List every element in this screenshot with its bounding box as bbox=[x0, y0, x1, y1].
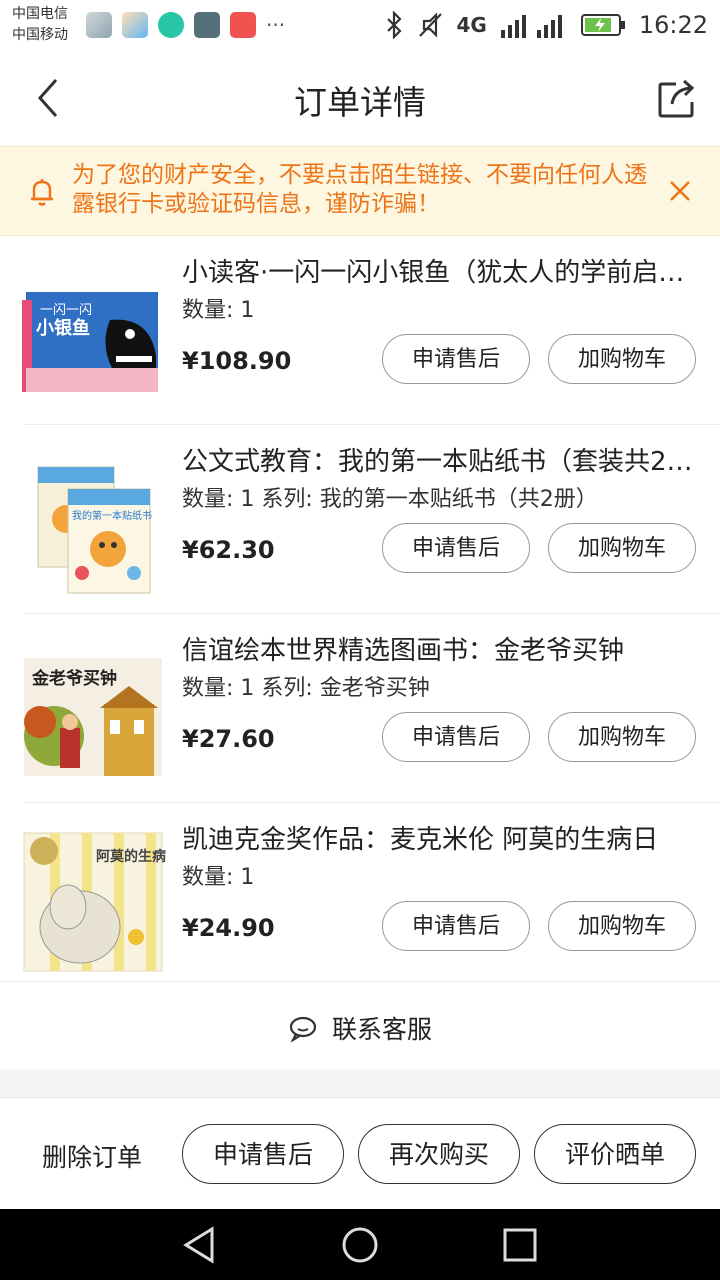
product-quantity: 数量: 1 系列: 我的第一本贴纸书（共2册） bbox=[182, 487, 598, 512]
status-bar: 中国电信 中国移动 ··· 4G 16:22 bbox=[0, 0, 720, 50]
order-item[interactable]: 阿莫的生病日 凯迪克金奖作品：麦克米伦 阿莫的生病日 数量: 1 ¥24.90 … bbox=[23, 803, 720, 992]
add-to-cart-button[interactable]: 加购物车 bbox=[548, 523, 696, 573]
after-sale-button[interactable]: 申请售后 bbox=[382, 334, 530, 384]
after-sale-button[interactable]: 申请售后 bbox=[382, 523, 530, 573]
product-title[interactable]: 公文式教育：我的第一本贴纸书（套装共2册） bbox=[182, 441, 702, 478]
network-type: 4G bbox=[456, 13, 487, 37]
order-item[interactable]: 我的第一本贴纸书 公文式教育：我的第一本贴纸书（套装共2册） 数量: 1 系列:… bbox=[24, 425, 720, 614]
order-action-bar: 删除订单 申请售后 再次购买 评价晒单 bbox=[0, 1097, 720, 1209]
add-to-cart-button[interactable]: 加购物车 bbox=[548, 334, 696, 384]
add-to-cart-button[interactable]: 加购物车 bbox=[548, 901, 696, 951]
page-title: 订单详情 bbox=[294, 83, 426, 122]
product-thumbnail[interactable]: 一闪一闪 小银鱼 bbox=[20, 260, 166, 406]
app-header: 订单详情 bbox=[0, 50, 720, 146]
cover-title: 金老爷买钟 bbox=[31, 668, 117, 689]
product-price: ¥27.60 bbox=[182, 725, 275, 753]
product-title[interactable]: 信谊绘本世界精选图画书：金老爷买钟 bbox=[182, 630, 702, 667]
bluetooth-icon bbox=[387, 11, 403, 39]
nav-recents-icon[interactable] bbox=[500, 1225, 540, 1265]
nav-back-icon[interactable] bbox=[180, 1225, 220, 1265]
order-item[interactable]: 一闪一闪 小银鱼 小读客·一闪一闪小银鱼（犹太人的学前启蒙绘本） 数量: 1 ¥… bbox=[22, 236, 720, 425]
mute-icon bbox=[419, 12, 443, 38]
product-price: ¥24.90 bbox=[182, 914, 275, 942]
more-notifications-icon: ··· bbox=[266, 13, 286, 37]
delete-order-button[interactable]: 删除订单 bbox=[42, 1138, 142, 1174]
after-sale-order-button[interactable]: 申请售后 bbox=[182, 1124, 344, 1184]
product-thumbnail[interactable]: 金老爷买钟 bbox=[20, 638, 166, 784]
carrier-1: 中国电信 bbox=[12, 6, 68, 22]
chat-icon bbox=[289, 1016, 317, 1042]
nav-home-icon[interactable] bbox=[340, 1225, 380, 1265]
review-button[interactable]: 评价晒单 bbox=[534, 1124, 696, 1184]
contact-service-button[interactable]: 联系客服 bbox=[288, 1010, 432, 1046]
product-quantity: 数量: 1 bbox=[182, 298, 255, 323]
close-icon[interactable] bbox=[666, 177, 694, 205]
bell-icon bbox=[31, 179, 53, 206]
order-item-list: 一闪一闪 小银鱼 小读客·一闪一闪小银鱼（犹太人的学前启蒙绘本） 数量: 1 ¥… bbox=[0, 236, 720, 992]
cover-title: 阿莫的生病日 bbox=[96, 848, 166, 865]
product-thumbnail[interactable]: 我的第一本贴纸书 bbox=[20, 449, 166, 595]
add-to-cart-button[interactable]: 加购物车 bbox=[548, 712, 696, 762]
app-notification-icon bbox=[86, 12, 112, 38]
system-nav-bar bbox=[0, 1209, 720, 1280]
carrier-info: 中国电信 中国移动 bbox=[12, 4, 68, 46]
cover-title-line2: 小银鱼 bbox=[36, 317, 90, 339]
buy-again-button[interactable]: 再次购买 bbox=[358, 1124, 520, 1184]
cover-title: 我的第一本贴纸书 bbox=[72, 509, 152, 522]
product-price: ¥108.90 bbox=[182, 347, 292, 375]
app-notification-icon bbox=[122, 12, 148, 38]
after-sale-button[interactable]: 申请售后 bbox=[382, 901, 530, 951]
after-sale-button[interactable]: 申请售后 bbox=[382, 712, 530, 762]
contact-service-label: 联系客服 bbox=[331, 1015, 432, 1044]
battery-icon bbox=[580, 14, 625, 36]
section-divider bbox=[0, 1069, 720, 1097]
contact-service[interactable]: 联系客服 bbox=[0, 981, 720, 1069]
notice-text: 为了您的财产安全，不要点击陌生链接、不要向任何人透露银行卡或验证码信息，谨防诈骗… bbox=[72, 162, 647, 217]
product-price: ¥62.30 bbox=[182, 536, 275, 564]
notification-icons: ··· bbox=[86, 12, 285, 38]
product-title[interactable]: 小读客·一闪一闪小银鱼（犹太人的学前启蒙绘本） bbox=[182, 252, 702, 289]
signal-icon bbox=[500, 15, 562, 38]
product-thumbnail[interactable]: 阿莫的生病日 bbox=[20, 827, 166, 973]
product-title[interactable]: 凯迪克金奖作品：麦克米伦 阿莫的生病日 bbox=[182, 819, 702, 856]
share-icon bbox=[658, 79, 695, 118]
order-item[interactable]: 金老爷买钟 信谊绘本世界精选图画书：金老爷买钟 数量: 1 系列: 金老爷买钟 … bbox=[24, 614, 720, 803]
product-quantity: 数量: 1 bbox=[182, 865, 255, 890]
system-indicators: 4G 16:22 bbox=[384, 8, 708, 42]
app-notification-icon bbox=[158, 12, 184, 38]
app-notification-icon bbox=[230, 12, 256, 38]
clock: 16:22 bbox=[638, 11, 708, 39]
product-quantity: 数量: 1 系列: 金老爷买钟 bbox=[182, 676, 430, 701]
carrier-2: 中国移动 bbox=[12, 27, 68, 43]
gallery-icon bbox=[194, 12, 220, 38]
share-button[interactable] bbox=[656, 76, 700, 120]
safety-notice: 为了您的财产安全，不要点击陌生链接、不要向任何人透露银行卡或验证码信息，谨防诈骗… bbox=[0, 146, 720, 236]
cover-title-line1: 一闪一闪 bbox=[40, 303, 92, 318]
